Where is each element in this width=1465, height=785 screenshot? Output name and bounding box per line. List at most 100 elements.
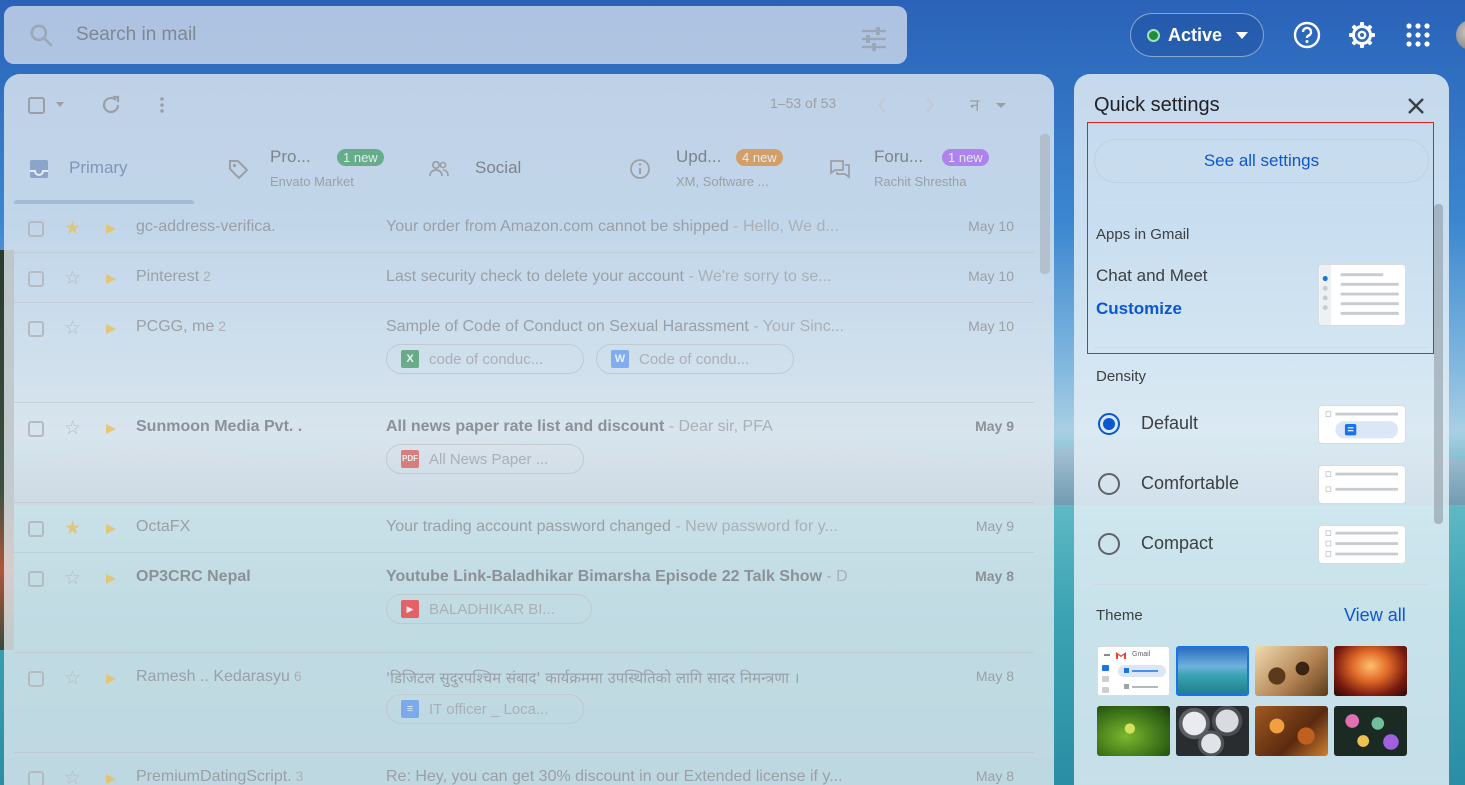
attachment-chip[interactable]: X code of conduc... — [386, 344, 584, 374]
row-date: May 9 — [975, 418, 1014, 434]
row-sender: Ramesh .. Kedarasyu 6 — [136, 668, 302, 685]
star-icon[interactable]: ☆ — [64, 569, 81, 588]
row-checkbox[interactable] — [28, 221, 44, 237]
tab-primary[interactable]: Primary — [14, 134, 194, 206]
gear-icon[interactable] — [1347, 20, 1377, 50]
star-icon[interactable]: ☆ — [64, 669, 81, 688]
star-icon[interactable]: ★ — [64, 519, 81, 538]
attachment-chip[interactable]: PDF All News Paper ... — [386, 444, 584, 474]
row-checkbox[interactable] — [28, 671, 44, 687]
tab-updates[interactable]: Upd... 4 new XM, Software ... — [629, 134, 809, 206]
attachment-chip[interactable]: ▶ BALADHIKAR BI... — [386, 594, 592, 624]
theme-thumb-leaf-bug[interactable] — [1097, 706, 1170, 756]
row-subject: Your trading account password changed - … — [386, 518, 838, 535]
star-icon[interactable]: ☆ — [64, 769, 81, 785]
new-badge: 1 new — [337, 149, 384, 166]
document-file-icon: W — [611, 350, 629, 368]
attachment-chip[interactable]: W Code of condu... — [596, 344, 794, 374]
density-heading: Density — [1096, 368, 1147, 385]
attachment-chip[interactable]: ≡ IT officer _ Loca... — [386, 694, 584, 724]
search-icon[interactable] — [28, 22, 54, 48]
view-all-themes-link[interactable]: View all — [1344, 605, 1406, 626]
chevron-right-icon[interactable] — [922, 94, 938, 116]
apps-grid-icon[interactable] — [1403, 20, 1433, 50]
radio-button[interactable] — [1098, 533, 1120, 555]
quick-settings-panel: Quick settings See all settings Apps in … — [1074, 74, 1449, 785]
importance-marker-icon[interactable] — [106, 274, 116, 284]
svg-text:न: न — [970, 96, 980, 116]
close-icon[interactable] — [1404, 94, 1428, 118]
see-all-settings-button[interactable]: See all settings — [1094, 139, 1429, 183]
row-checkbox[interactable] — [28, 271, 44, 287]
tab-label: Pro... — [270, 147, 311, 166]
inbox-icon — [30, 160, 48, 178]
row-checkbox[interactable] — [28, 571, 44, 587]
importance-marker-icon[interactable] — [106, 424, 116, 434]
row-sender: gc-address-verifica. — [136, 218, 276, 235]
chevron-left-icon[interactable] — [874, 94, 890, 116]
theme-thumb-lake[interactable] — [1176, 646, 1249, 696]
help-icon[interactable] — [1292, 20, 1322, 50]
attachment-name: Code of condu... — [639, 350, 750, 368]
search-options-icon[interactable] — [860, 26, 888, 52]
theme-thumb-chess[interactable] — [1255, 646, 1328, 696]
theme-thumb-autumn[interactable] — [1255, 706, 1328, 756]
star-icon[interactable]: ★ — [64, 219, 81, 238]
star-icon[interactable]: ☆ — [64, 319, 81, 338]
section-divider — [1094, 347, 1429, 348]
star-icon[interactable]: ☆ — [64, 419, 81, 438]
customize-link[interactable]: Customize — [1096, 299, 1182, 319]
more-vert-icon[interactable] — [154, 94, 170, 116]
row-subject: Your order from Amazon.com cannot be shi… — [386, 218, 839, 235]
importance-marker-icon[interactable] — [106, 574, 116, 584]
row-sender: PremiumDatingScript. 3 — [136, 768, 304, 785]
row-checkbox[interactable] — [28, 771, 44, 785]
quick-settings-scrollbar[interactable] — [1434, 204, 1443, 524]
theme-thumb-default[interactable]: Gmail — [1097, 646, 1170, 696]
star-icon[interactable]: ☆ — [64, 269, 81, 288]
tab-promotions[interactable]: Pro... 1 new Envato Market — [219, 134, 399, 206]
row-date: May 10 — [968, 218, 1014, 234]
row-sender: Pinterest 2 — [136, 268, 211, 285]
tab-forums[interactable]: Foru... 1 new Rachit Shrestha — [829, 134, 1034, 206]
select-caret-icon[interactable] — [56, 102, 64, 107]
input-tools-icon[interactable]: न — [970, 94, 1010, 116]
importance-marker-icon[interactable] — [106, 774, 116, 784]
row-checkbox[interactable] — [28, 521, 44, 537]
select-all-checkbox[interactable] — [28, 97, 45, 114]
attachment-name: code of conduc... — [429, 350, 544, 368]
density-label: Comfortable — [1141, 473, 1240, 493]
tab-social[interactable]: Social — [424, 134, 604, 206]
comfortable-density-preview-icon — [1318, 465, 1406, 504]
theme-thumb-bokeh[interactable] — [1334, 706, 1407, 756]
row-checkbox[interactable] — [28, 421, 44, 437]
row-subject: Sample of Code of Conduct on Sexual Hara… — [386, 318, 845, 335]
importance-marker-icon[interactable] — [106, 524, 116, 534]
apps-in-gmail-heading: Apps in Gmail — [1096, 226, 1190, 243]
radio-button-checked[interactable] — [1098, 413, 1120, 435]
theme-heading: Theme — [1096, 607, 1143, 624]
mail-scrollbar[interactable] — [1040, 134, 1050, 274]
row-checkbox[interactable] — [28, 321, 44, 337]
row-divider — [14, 402, 1034, 403]
avatar[interactable] — [1456, 20, 1465, 50]
mail-toolbar: 1–53 of 53 न — [4, 74, 1054, 134]
row-date: May 8 — [975, 668, 1014, 684]
quick-settings-title: Quick settings — [1094, 94, 1220, 116]
importance-marker-icon[interactable] — [106, 324, 116, 334]
theme-thumb-pipes[interactable] — [1176, 706, 1249, 756]
mail-list-panel: 1–53 of 53 न Primary Pro... 1 new Envato… — [4, 74, 1054, 785]
status-dropdown[interactable]: Active — [1130, 13, 1264, 57]
importance-marker-icon[interactable] — [106, 224, 116, 234]
refresh-icon[interactable] — [100, 94, 122, 116]
spreadsheet-file-icon: X — [401, 350, 419, 368]
google-doc-icon: ≡ — [401, 700, 419, 718]
theme-thumb-canyon[interactable] — [1334, 646, 1407, 696]
tab-sender: Envato Market — [270, 174, 354, 189]
search-input[interactable] — [76, 20, 836, 50]
radio-button[interactable] — [1098, 473, 1120, 495]
row-sender: OctaFX — [136, 518, 191, 535]
row-divider — [14, 302, 1034, 303]
category-tabs: Primary Pro... 1 new Envato Market Socia… — [4, 134, 1054, 206]
importance-marker-icon[interactable] — [106, 674, 116, 684]
